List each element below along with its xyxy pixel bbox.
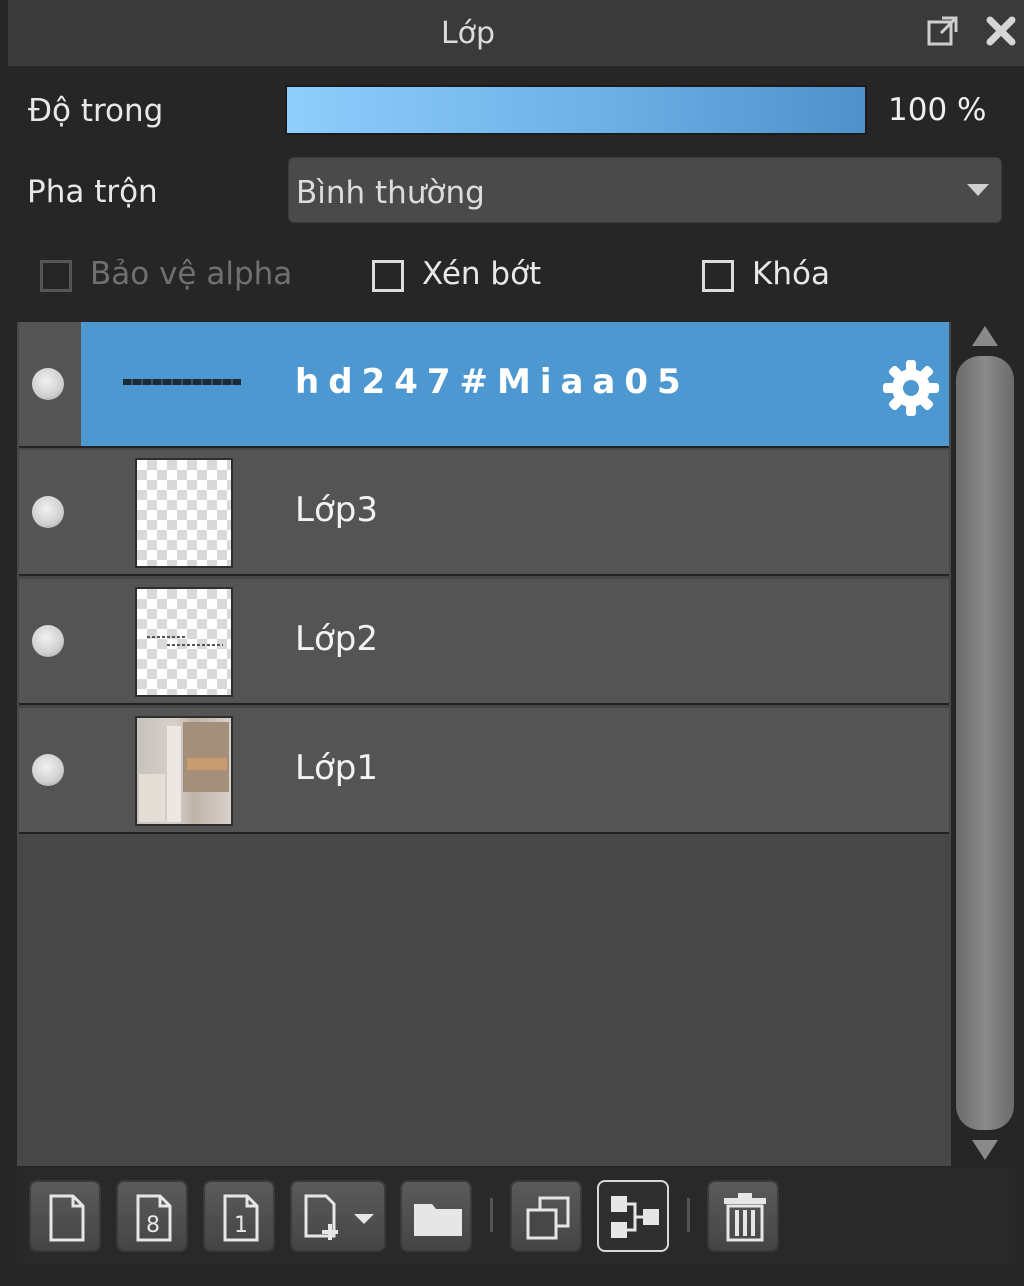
clipping-checkbox[interactable] xyxy=(372,260,404,292)
trash-icon xyxy=(724,1193,766,1242)
panel-titlebar: Lớp xyxy=(8,0,1024,66)
photo-thumbnail xyxy=(135,716,233,826)
visibility-column xyxy=(19,322,81,446)
layer-row[interactable]: hd247#Miaa05 xyxy=(19,322,949,448)
visibility-toggle-icon[interactable] xyxy=(32,625,64,657)
blend-mode-select[interactable]: Bình thường xyxy=(288,157,1002,223)
lock-label: Khóa xyxy=(752,256,830,292)
new-1bit-layer-icon: 1 xyxy=(223,1194,259,1242)
folder-icon xyxy=(414,1204,462,1236)
add-layer-menu-button[interactable] xyxy=(290,1180,386,1252)
new-layer-button[interactable] xyxy=(29,1180,101,1252)
scroll-up-arrow-icon[interactable] xyxy=(972,326,998,346)
toolbar-separator xyxy=(490,1198,493,1232)
visibility-toggle-icon[interactable] xyxy=(32,496,64,528)
new-8bit-layer-button[interactable]: 8 xyxy=(116,1180,188,1252)
add-layer-menu-icon xyxy=(304,1194,374,1240)
layer-name: Lớp2 xyxy=(295,619,378,659)
layer-thumbnail xyxy=(135,587,233,697)
layer-list: hd247#Miaa05 Lớp3 Lớp2 Lớp1 xyxy=(17,322,951,1166)
new-1bit-layer-button[interactable]: 1 xyxy=(203,1180,275,1252)
scrollbar-thumb[interactable] xyxy=(956,356,1014,1130)
gear-icon[interactable] xyxy=(881,358,941,418)
visibility-toggle-icon[interactable] xyxy=(32,754,64,786)
layer-toolbar: 8 1 xyxy=(17,1168,1015,1264)
duplicate-layer-button[interactable] xyxy=(510,1180,582,1252)
blend-mode-label: Pha trộn xyxy=(27,174,158,210)
visibility-toggle-icon[interactable] xyxy=(32,368,64,400)
chevron-down-icon xyxy=(967,184,989,196)
opacity-slider[interactable] xyxy=(285,85,867,135)
clipping-label: Xén bớt xyxy=(422,256,542,292)
visibility-column xyxy=(19,450,81,574)
merge-down-icon xyxy=(611,1196,659,1238)
visibility-column xyxy=(19,708,81,832)
svg-text:1: 1 xyxy=(234,1213,248,1238)
text-layer-thumbnail xyxy=(123,379,241,385)
toolbar-separator xyxy=(687,1198,690,1232)
protect-alpha-checkbox[interactable] xyxy=(40,260,72,292)
panel-title: Lớp xyxy=(440,16,496,51)
visibility-column xyxy=(19,579,81,703)
layer-name: hd247#Miaa05 xyxy=(295,362,690,402)
layer-row[interactable]: Lớp1 xyxy=(19,708,949,834)
duplicate-layer-icon xyxy=(526,1196,570,1240)
photo-thumbnail-image xyxy=(139,722,229,822)
opacity-value: 100 % xyxy=(888,92,987,128)
delete-layer-button[interactable] xyxy=(707,1180,779,1252)
svg-text:8: 8 xyxy=(146,1213,160,1238)
scroll-down-arrow-icon[interactable] xyxy=(972,1140,998,1160)
opacity-label: Độ trong xyxy=(28,93,164,129)
layer-name: Lớp3 xyxy=(295,490,378,530)
new-layer-icon xyxy=(49,1194,85,1242)
undock-icon[interactable] xyxy=(926,14,960,48)
layer-name: Lớp1 xyxy=(295,748,378,788)
layer-row[interactable]: Lớp3 xyxy=(19,450,949,576)
blend-mode-value: Bình thường xyxy=(296,175,485,211)
lock-checkbox[interactable] xyxy=(702,260,734,292)
layer-row[interactable]: Lớp2 xyxy=(19,579,949,705)
new-folder-button[interactable] xyxy=(400,1180,472,1252)
close-icon[interactable] xyxy=(984,14,1018,48)
layer-thumbnail xyxy=(135,458,233,568)
protect-alpha-label: Bảo vệ alpha xyxy=(90,256,293,292)
layer-panel: Lớp Độ trong 100 % Pha trộn Bình thường … xyxy=(0,0,1024,1286)
thumbnail-scribble-icon xyxy=(147,636,223,646)
merge-down-button[interactable] xyxy=(597,1180,669,1252)
new-8bit-layer-icon: 8 xyxy=(136,1194,172,1242)
